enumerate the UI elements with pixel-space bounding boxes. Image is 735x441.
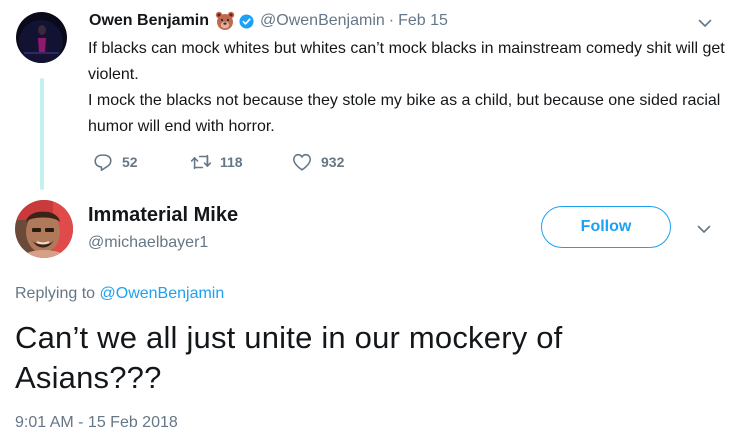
bear-face-emoji-icon (215, 11, 235, 31)
heart-icon (292, 153, 312, 171)
tweet1-text-line1: If blacks can mock whites but whites can… (88, 40, 725, 83)
like-count: 932 (321, 154, 345, 170)
tweet1-text-line2: I mock the blacks not because they stole… (88, 92, 721, 135)
tweet2-text: Can’t we all just unite in our mockery o… (15, 320, 563, 395)
replying-to-line: Replying to @OwenBenjamin (15, 285, 224, 303)
chevron-down-icon[interactable] (696, 221, 712, 237)
retweet-button[interactable]: 118 (190, 150, 243, 174)
tweet1-header: Owen Benjamin @OwenBenjamin · Feb 15 (89, 10, 448, 32)
tweet2-timestamp[interactable]: 9:01 AM - 15 Feb 2018 (15, 414, 178, 432)
chevron-down-icon[interactable] (697, 15, 713, 31)
tweet2-author-name[interactable]: Immaterial Mike (88, 204, 238, 227)
tweet1-author-name[interactable]: Owen Benjamin (89, 12, 209, 30)
tweet1-author-handle[interactable]: @OwenBenjamin (260, 12, 385, 30)
tweet1-date[interactable]: Feb 15 (398, 12, 448, 30)
tweet2-author-handle[interactable]: @michaelbayer1 (88, 234, 208, 252)
verified-badge-icon (239, 13, 254, 29)
retweet-count: 118 (220, 154, 243, 170)
immaterial-mike-avatar[interactable] (15, 200, 73, 258)
reply-icon (94, 154, 112, 172)
like-button[interactable]: 932 (291, 150, 344, 174)
replying-to-prefix: Replying to (15, 285, 96, 302)
follow-button[interactable]: Follow (541, 206, 671, 248)
tweet1-text: If blacks can mock whites but whites can… (88, 36, 728, 140)
reply-button[interactable]: 52 (92, 150, 138, 174)
thread-connector-line (40, 78, 44, 190)
replying-to-mention-link[interactable]: @OwenBenjamin (100, 285, 225, 302)
header-separator: · (388, 12, 395, 29)
reply-count: 52 (122, 154, 138, 170)
retweet-icon (190, 154, 212, 170)
owen-benjamin-avatar[interactable] (16, 12, 67, 63)
